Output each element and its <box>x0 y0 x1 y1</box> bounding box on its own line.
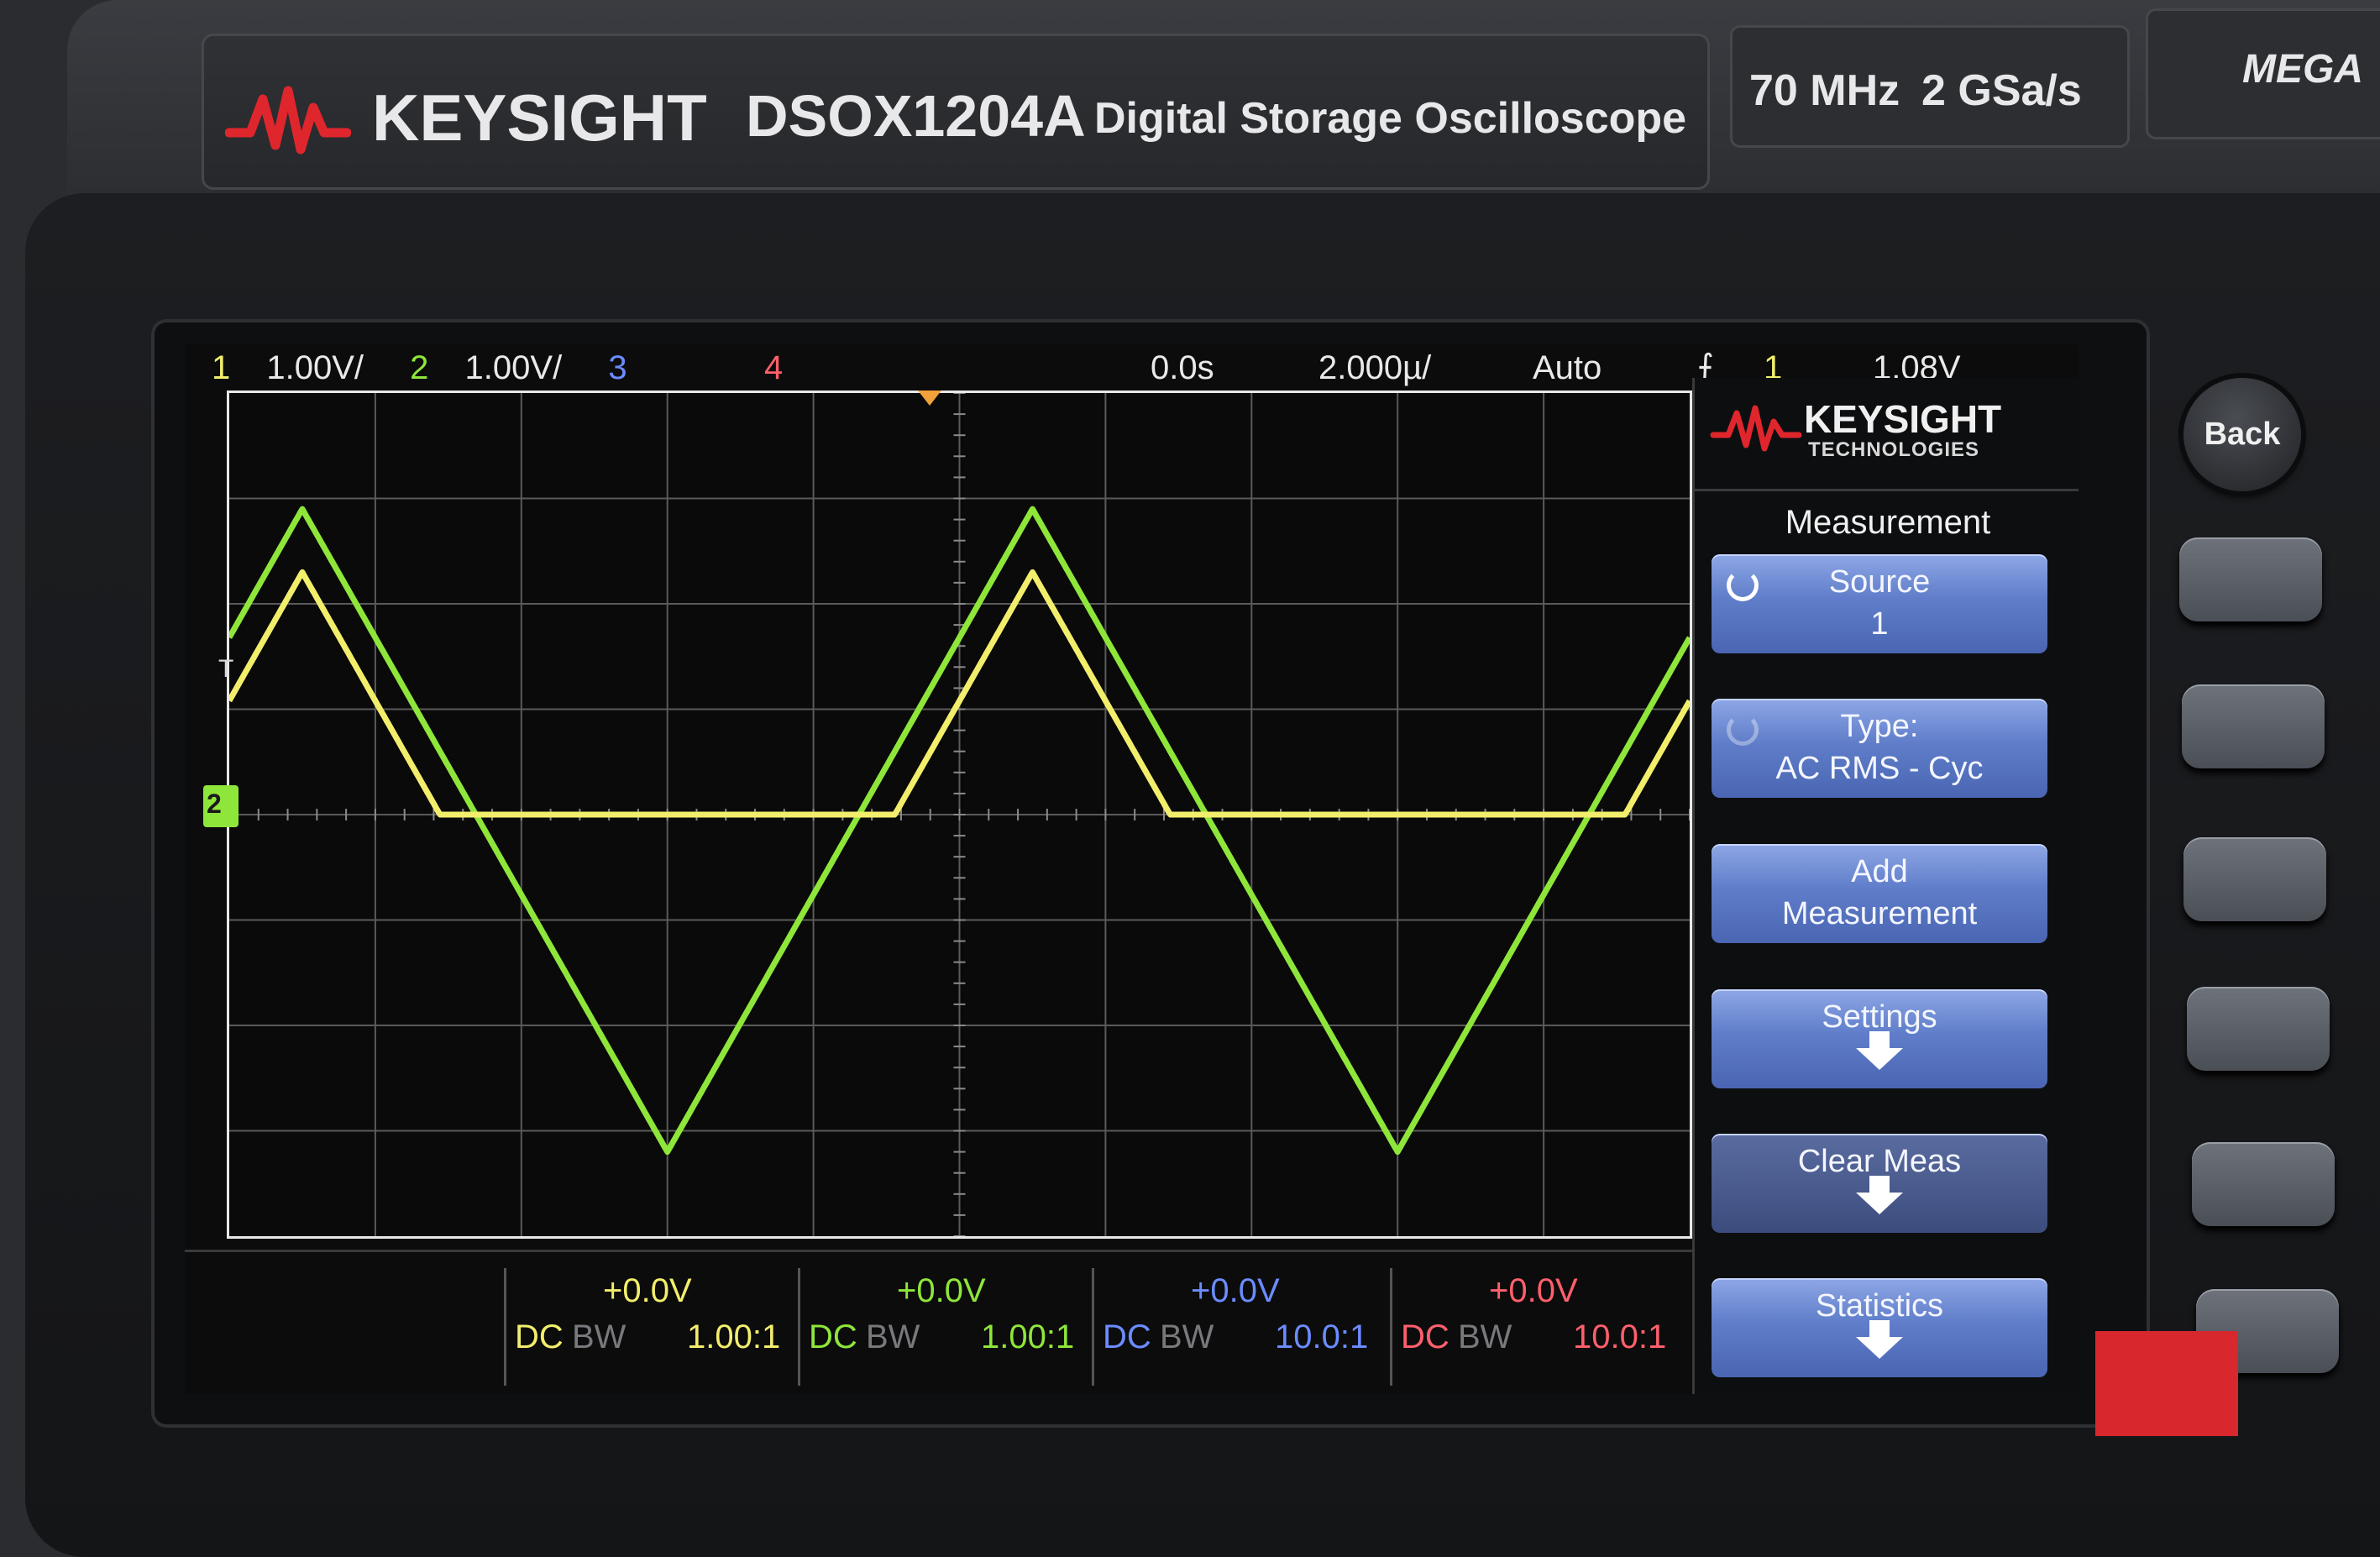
softkey-button-4[interactable] <box>2187 987 2330 1071</box>
softkey-settings-label: Settings <box>1822 999 1937 1035</box>
softkey-clear-meas[interactable]: Clear Meas <box>1712 1134 2047 1233</box>
menu-divider <box>1695 489 2079 491</box>
back-button[interactable]: Back <box>2183 378 2301 491</box>
softkey-clear-label: Clear Meas <box>1797 1144 1962 1179</box>
ch1-offset: +0.0V <box>603 1272 692 1309</box>
ch1-probe: 1.00:1 <box>687 1318 781 1355</box>
ch2-scale[interactable]: 1.00V/ <box>465 349 563 386</box>
ch2-bw-limit: BW <box>866 1318 920 1355</box>
ch1-coupling: DC <box>515 1318 564 1355</box>
trigger-mode[interactable]: Auto <box>1533 349 1602 387</box>
status-bar: 1 1.00V/ 2 1.00V/ 3 <box>212 349 627 387</box>
ch4-probe: 10.0:1 <box>1573 1318 1667 1355</box>
ch3-bw-limit: BW <box>1160 1318 1214 1355</box>
softkey-menu: KEYSIGHT TECHNOLOGIES Measurement Source… <box>1692 378 2079 1394</box>
sample-rate-label: 2 GSa/s <box>1921 66 2082 115</box>
menu-logo-brand: KEYSIGHT <box>1804 397 2002 441</box>
submenu-arrow-icon <box>1856 1176 1903 1214</box>
ch4-offset: +0.0V <box>1489 1272 1578 1309</box>
delay-readout[interactable]: 0.0s <box>1151 349 1214 387</box>
model-number: DSOX1204A <box>746 83 1086 149</box>
softkey-button-3[interactable] <box>2183 837 2326 921</box>
trigger-marker-icon: T <box>218 655 234 683</box>
trigger-position-marker <box>918 391 941 406</box>
menu-title: Measurement <box>1785 504 1991 541</box>
softkey-source-label: Source <box>1828 564 1931 600</box>
ch1-scale[interactable]: 1.00V/ <box>266 349 364 386</box>
bandwidth-label: 70 MHz <box>1749 66 1900 115</box>
ch2-coupling: DC <box>809 1318 857 1355</box>
timebase-readout[interactable]: 2.000µ/ <box>1318 349 1431 387</box>
softkey-statistics[interactable]: Statistics <box>1712 1278 2047 1377</box>
mega-badge: MEGA <box>2146 8 2380 139</box>
softkey-statistics-label: Statistics <box>1815 1288 1944 1324</box>
brand-plate: KEYSIGHT DSOX1204A Digital Storage Oscil… <box>202 34 1710 190</box>
softkey-add-label-1: Add <box>1851 854 1908 889</box>
ch4-coupling: DC <box>1401 1318 1449 1355</box>
softkey-add-label-2: Measurement <box>1781 896 1978 931</box>
oscilloscope-display: 1 1.00V/ 2 1.00V/ 3 4 0.0s 2.000µ/ Auto … <box>185 344 2079 1394</box>
softkey-source-value: 1 <box>1870 606 1889 642</box>
waveform-canvas <box>229 393 1690 1236</box>
waveform-area[interactable] <box>227 391 1692 1239</box>
model-description: Digital Storage Oscilloscope <box>1094 94 1687 143</box>
brand-name: KEYSIGHT <box>372 81 707 155</box>
ch4-bw-limit: BW <box>1458 1318 1512 1355</box>
channel-info-strip: +0.0V DC BW 1.00:1 +0.0V DC BW 1.00:1 +0… <box>504 1268 1688 1386</box>
softkey-settings[interactable]: Settings <box>1712 989 2047 1088</box>
softkey-button-1[interactable] <box>2179 537 2322 621</box>
softkey-button-2[interactable] <box>2182 684 2325 768</box>
softkey-type-value: AC RMS - Cyc <box>1775 751 1984 786</box>
ch1-number[interactable]: 1 <box>212 349 230 386</box>
ch4-info[interactable]: +0.0V DC BW 10.0:1 <box>1390 1268 1691 1386</box>
softkey-button-5[interactable] <box>2192 1142 2335 1226</box>
ch3-number[interactable]: 3 <box>608 349 626 386</box>
ch2-probe: 1.00:1 <box>981 1318 1075 1355</box>
ch3-info[interactable]: +0.0V DC BW 10.0:1 <box>1092 1268 1392 1386</box>
softkey-add-measurement[interactable]: Add Measurement <box>1712 844 2047 943</box>
ch3-coupling: DC <box>1103 1318 1151 1355</box>
red-tape-tag <box>2095 1331 2238 1436</box>
ch3-probe: 10.0:1 <box>1275 1318 1369 1355</box>
keysight-menu-logo-icon <box>1710 405 1802 452</box>
ch1-info[interactable]: +0.0V DC BW 1.00:1 <box>504 1268 800 1386</box>
ch1-bw-limit: BW <box>572 1318 626 1355</box>
ch3-offset: +0.0V <box>1191 1272 1280 1309</box>
menu-logo-sub: TECHNOLOGIES <box>1808 438 1980 461</box>
ch2-offset: +0.0V <box>897 1272 986 1309</box>
softkey-type-label: Type: <box>1840 709 1919 744</box>
spec-plate: 70 MHz 2 GSa/s <box>1730 25 2130 148</box>
softkey-type[interactable]: Type: AC RMS - Cyc <box>1712 699 2047 798</box>
mega-badge-text: MEGA <box>2242 47 2363 92</box>
keysight-logo-icon <box>225 86 351 155</box>
ch2-number[interactable]: 2 <box>410 349 428 386</box>
info-strip-divider <box>185 1250 1692 1252</box>
ch4-number[interactable]: 4 <box>764 349 783 387</box>
submenu-arrow-icon <box>1856 1320 1903 1359</box>
submenu-arrow-icon <box>1856 1031 1903 1070</box>
ch2-ground-marker[interactable]: 2 <box>203 785 239 827</box>
ch2-info[interactable]: +0.0V DC BW 1.00:1 <box>798 1268 1094 1386</box>
softkey-source[interactable]: Source 1 <box>1712 554 2047 653</box>
